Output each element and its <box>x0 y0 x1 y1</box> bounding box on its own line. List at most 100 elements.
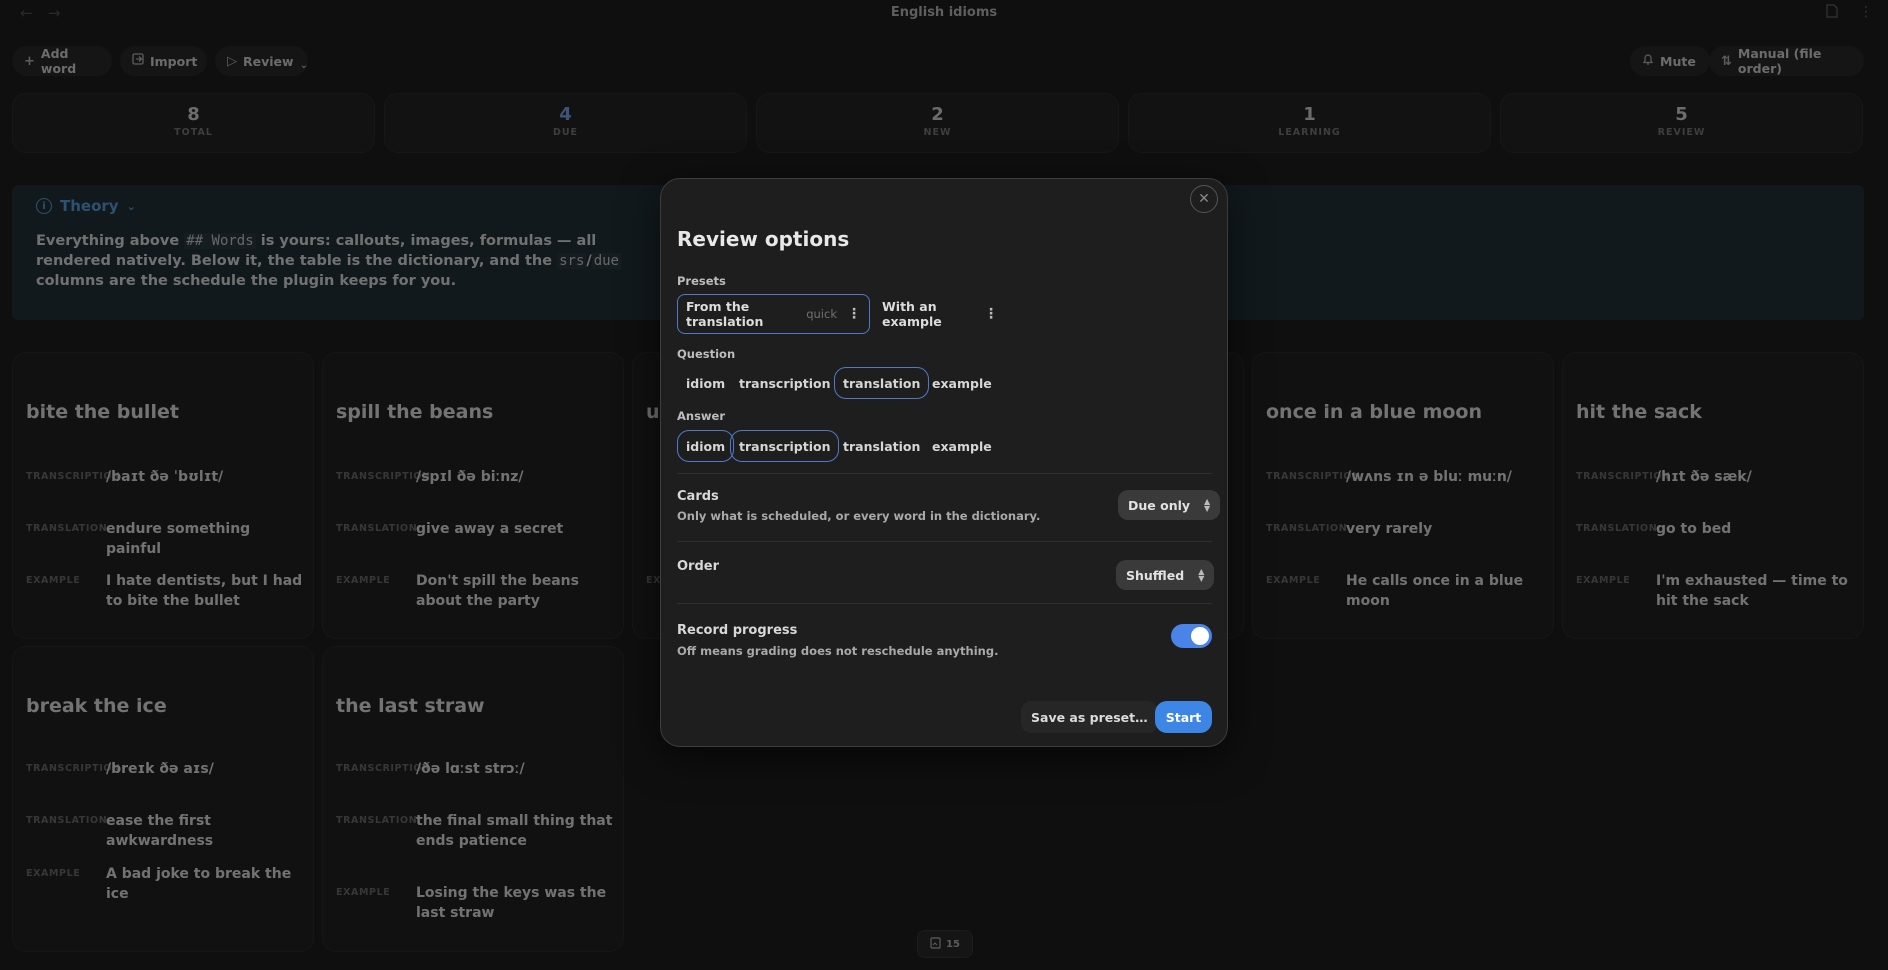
card-transcription: /ðə lɑːst strɔː/ <box>416 761 525 777</box>
preset-with-example[interactable]: With an example ⋮ <box>873 294 1007 334</box>
card-transcription: /spɪl ðə biːnz/ <box>416 469 524 485</box>
divider <box>677 603 1212 604</box>
mute-button[interactable]: Mute <box>1630 46 1710 76</box>
answer-option-idiom[interactable]: idiom <box>677 430 735 462</box>
preset-from-translation[interactable]: From the translation quick ⋮ <box>677 294 870 334</box>
import-label: Import <box>150 53 198 69</box>
card-word: bite the bullet <box>26 401 179 423</box>
theory-text-part: columns are the schedule the plugin keep… <box>36 273 457 289</box>
stat-value: 8 <box>187 104 200 125</box>
preset-name: From the translation <box>686 299 764 329</box>
question-option-transcription[interactable]: transcription <box>730 367 839 399</box>
word-card[interactable]: break the ice TRANSCRIPTION/breɪk ðə aɪs… <box>12 646 314 952</box>
field-label: EXAMPLE <box>26 575 81 586</box>
import-icon <box>132 53 144 69</box>
record-progress-description: Off means grading does not reschedule an… <box>677 644 999 658</box>
word-card[interactable]: spill the beans TRANSCRIPTION/spɪl ðə bi… <box>322 352 624 639</box>
theory-toggle[interactable]: i Theory ⌄ <box>36 197 136 215</box>
stat-label: REVIEW <box>1657 127 1706 138</box>
mute-label: Mute <box>1660 53 1696 69</box>
stat-value: 5 <box>1675 104 1688 125</box>
field-label: TRANSLATION <box>1576 523 1658 534</box>
field-label: TRANSCRIPTION <box>26 471 121 482</box>
card-translation: ease the first awkwardness <box>106 813 214 849</box>
card-example: A bad joke to break the ice <box>106 866 292 902</box>
window-title: English idioms <box>890 5 998 20</box>
stat-value: 4 <box>559 104 572 125</box>
close-icon[interactable]: ✕ <box>1190 185 1218 213</box>
card-example: He calls once in a blue moon <box>1346 573 1524 609</box>
cards-select[interactable]: Due only ▲ ▼ <box>1118 490 1221 520</box>
play-icon: ▷ <box>227 53 237 69</box>
dialog-title: Review options <box>677 227 850 251</box>
word-card[interactable]: the last straw TRANSCRIPTION/ðə lɑːst st… <box>322 646 624 952</box>
info-icon: i <box>36 198 52 214</box>
stat-total: 8 TOTAL <box>12 93 375 153</box>
sort-order-button[interactable]: ⇅ Manual (file order) <box>1709 46 1864 76</box>
cards-select-value: Due only <box>1128 497 1191 513</box>
record-progress-toggle[interactable] <box>1171 624 1212 648</box>
theory-text-part: / <box>586 253 592 269</box>
review-options-dialog: ✕ Review options Presets From the transl… <box>660 178 1228 747</box>
card-transcription: /baɪt ðə ˈbʊlɪt/ <box>106 469 224 485</box>
more-vertical-icon[interactable]: ⋮ <box>1859 4 1873 20</box>
field-label: TRANSCRIPTION <box>336 471 431 482</box>
answer-option-example[interactable]: example <box>923 430 1001 462</box>
save-as-preset-button[interactable]: Save as preset… <box>1021 701 1158 733</box>
page-count-badge[interactable]: 15 <box>917 930 973 958</box>
field-label: TRANSLATION <box>336 523 418 534</box>
stat-review: 5 REVIEW <box>1500 93 1863 153</box>
question-option-idiom[interactable]: idiom <box>677 367 734 399</box>
stat-due: 4 DUE <box>384 93 747 153</box>
add-word-button[interactable]: + Add word <box>12 46 112 76</box>
card-example: Losing the keys was the last straw <box>416 885 607 921</box>
question-label: Question <box>677 347 736 361</box>
select-arrows-icon: ▲ ▼ <box>1204 497 1211 513</box>
inline-code: srs <box>557 253 587 269</box>
card-word: u <box>646 401 660 423</box>
start-button[interactable]: Start <box>1155 701 1212 733</box>
review-button[interactable]: ▷ Review ⌄ <box>215 46 308 76</box>
title-bar: ← → English idioms ⋮ <box>0 0 1888 28</box>
chevron-down-icon[interactable]: ⌄ <box>300 60 308 71</box>
field-label: EXAMPLE <box>1266 575 1321 586</box>
card-translation: give away a secret <box>416 521 564 537</box>
chevron-down-icon: ⌄ <box>126 199 136 213</box>
theory-text: Everything above ## Words is yours: call… <box>36 231 626 291</box>
preset-name: With an example <box>882 299 942 329</box>
answer-option-translation[interactable]: translation <box>834 430 929 462</box>
add-word-label: Add word <box>40 46 77 76</box>
stat-learning: 1 LEARNING <box>1128 93 1491 153</box>
word-card[interactable]: hit the sack TRANSCRIPTION/hɪt ðə sæk/ T… <box>1562 352 1864 639</box>
select-arrows-icon: ▲ ▼ <box>1198 567 1205 583</box>
answer-option-transcription[interactable]: transcription <box>730 430 840 462</box>
import-button[interactable]: Import <box>120 46 207 76</box>
file-icon[interactable] <box>1826 4 1838 22</box>
card-translation: endure something painful <box>106 521 251 557</box>
card-transcription: /breɪk ðə aɪs/ <box>106 761 214 777</box>
question-option-example[interactable]: example <box>923 367 1001 399</box>
question-option-translation[interactable]: translation <box>834 367 930 399</box>
theory-text-part: Everything above <box>36 233 185 249</box>
word-card[interactable]: once in a blue moon TRANSCRIPTION/wʌns ɪ… <box>1252 352 1554 639</box>
more-vertical-icon[interactable]: ⋮ <box>847 306 861 322</box>
word-card[interactable]: bite the bullet TRANSCRIPTION/baɪt ðə ˈb… <box>12 352 314 639</box>
card-translation: the final small thing that ends patience <box>416 813 613 849</box>
card-word: once in a blue moon <box>1266 401 1483 423</box>
card-word: spill the beans <box>336 401 494 423</box>
card-word: the last straw <box>336 695 485 717</box>
more-vertical-icon[interactable]: ⋮ <box>984 306 998 322</box>
card-word: break the ice <box>26 695 167 717</box>
order-title: Order <box>677 559 719 574</box>
card-word: hit the sack <box>1576 401 1702 423</box>
cards-title: Cards <box>677 489 719 504</box>
inline-code: ## Words <box>184 233 256 249</box>
field-label: EXAMPLE <box>1576 575 1631 586</box>
bell-icon <box>1642 53 1654 70</box>
stat-label: DUE <box>552 127 579 138</box>
field-label: TRANSCRIPTION <box>336 763 431 774</box>
order-select[interactable]: Shuffled ▲ ▼ <box>1116 560 1215 590</box>
record-progress-title: Record progress <box>677 623 798 638</box>
field-label: EXAMPLE <box>26 868 81 879</box>
theory-heading: Theory <box>60 197 119 215</box>
